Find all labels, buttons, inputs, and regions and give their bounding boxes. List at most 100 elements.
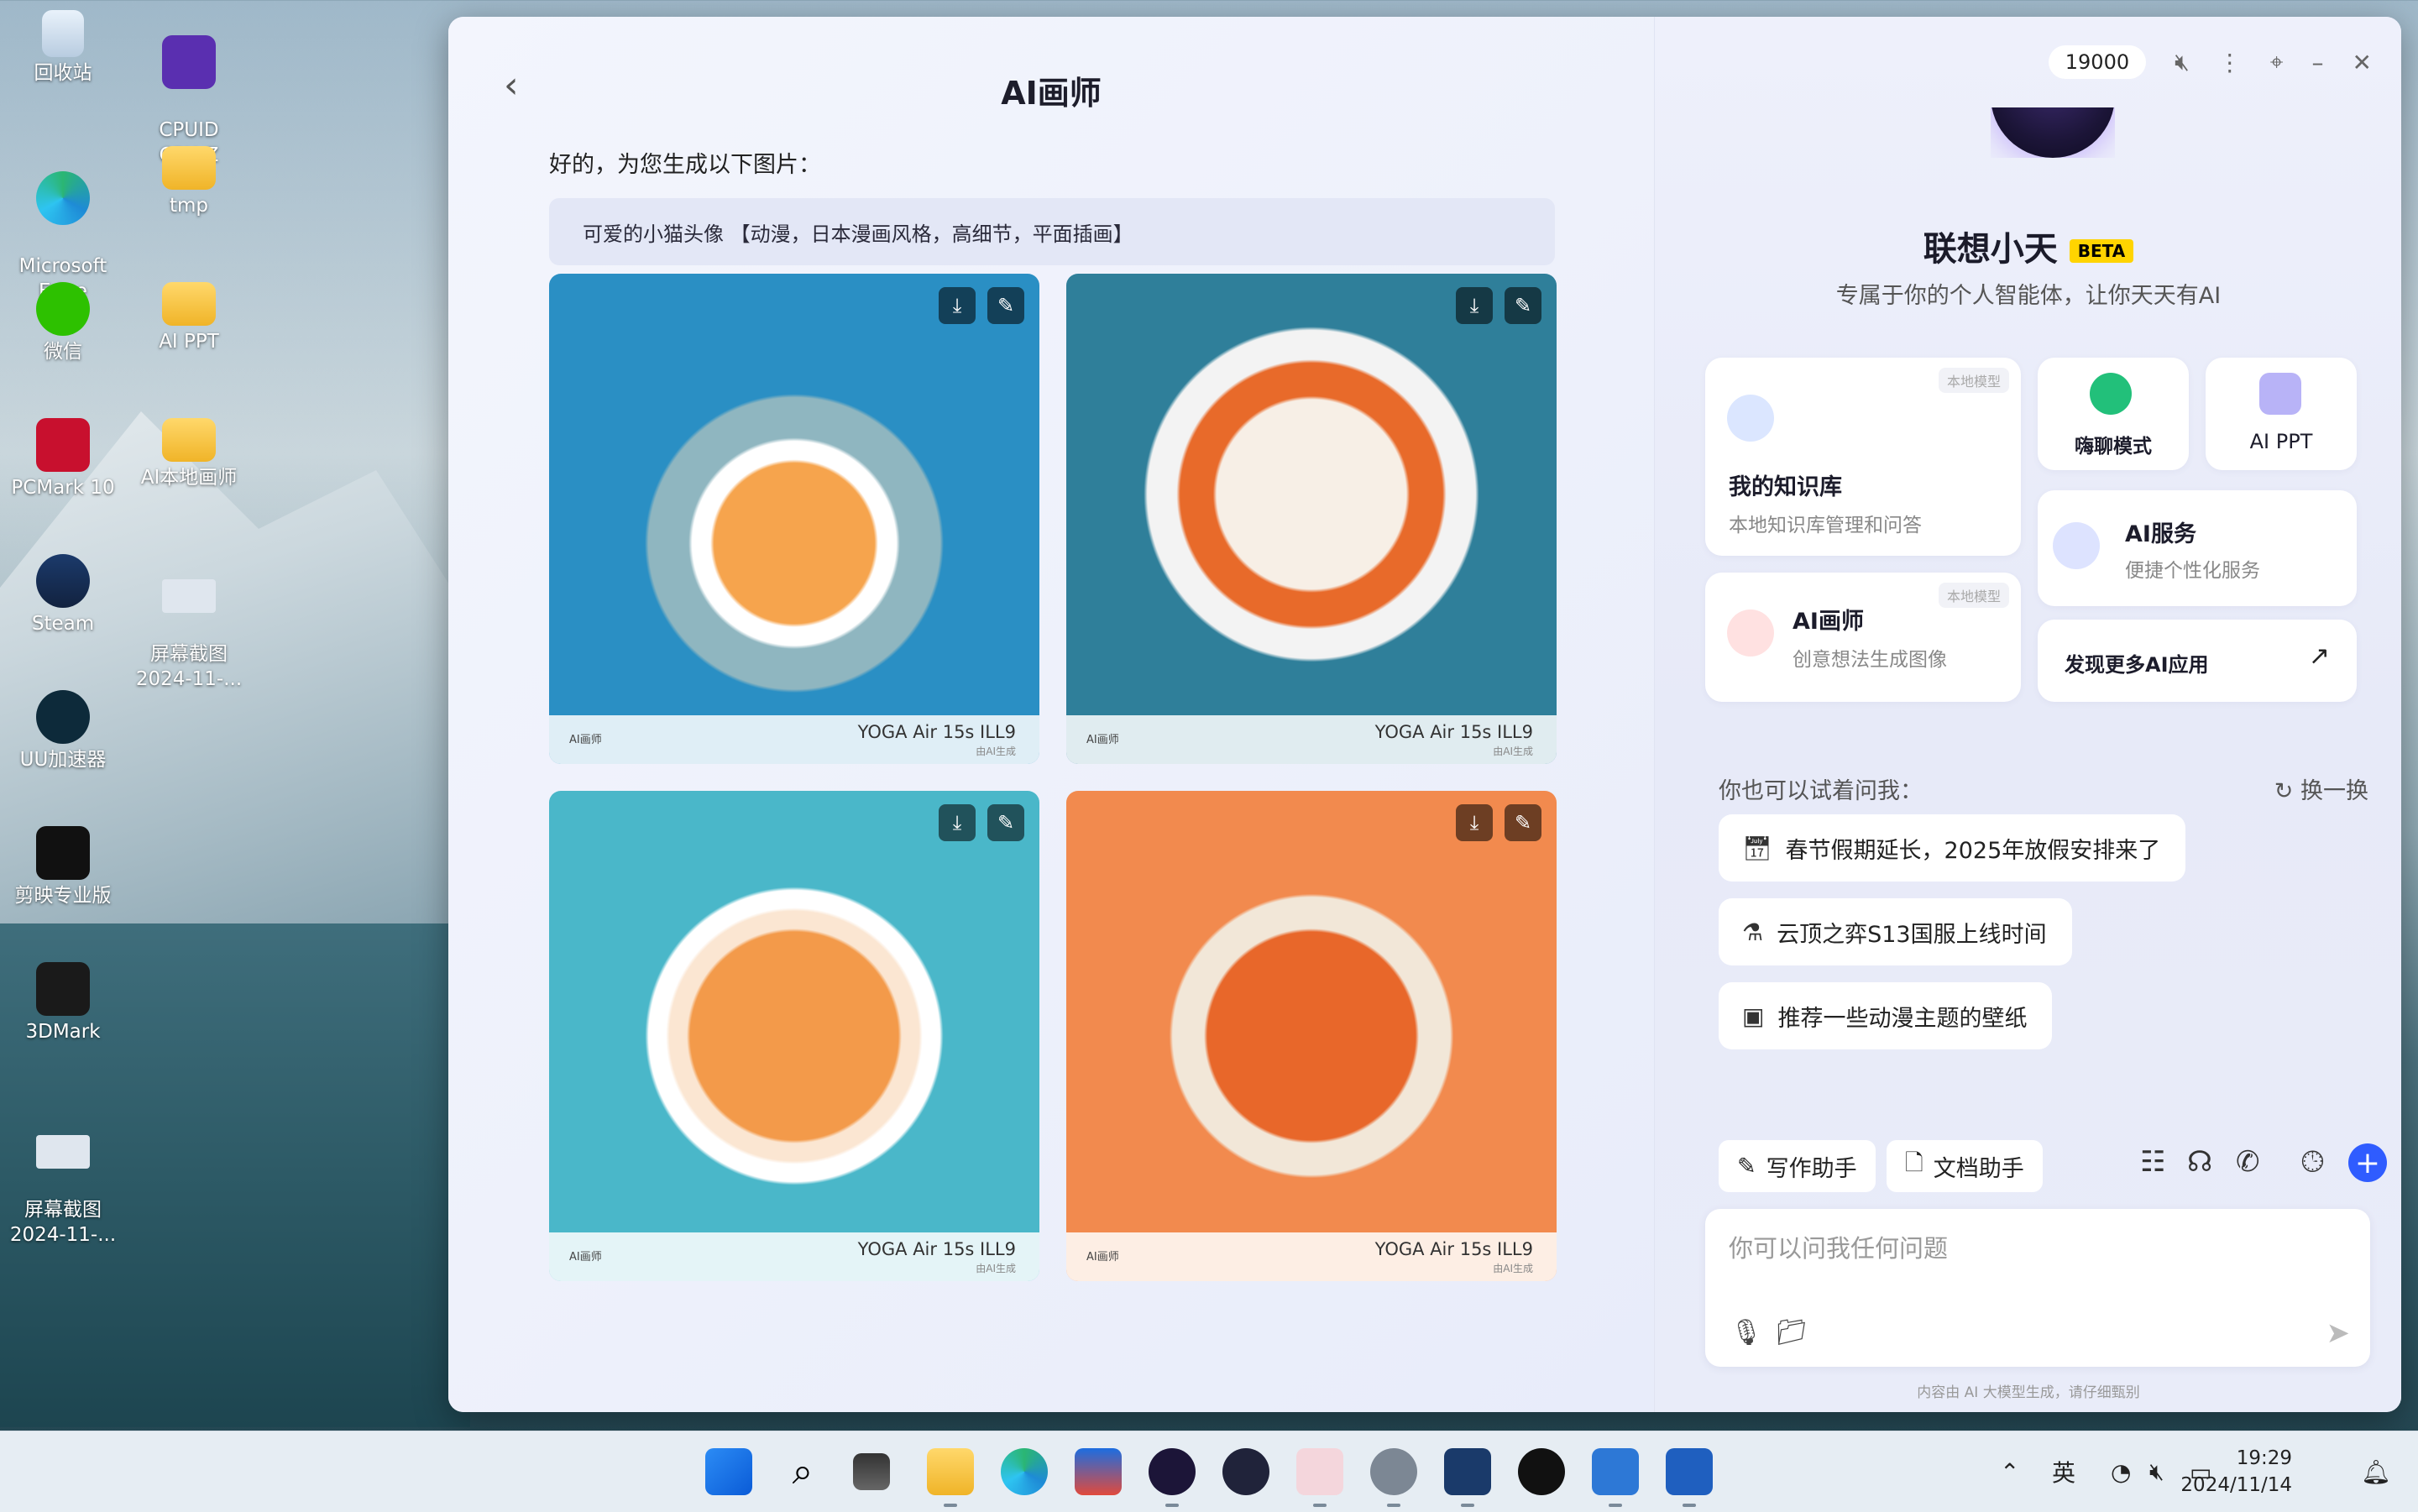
input-method-indicator[interactable]: 英	[2052, 1431, 2075, 1512]
desktop-icon-ai-ppt[interactable]: AI PPT	[126, 277, 252, 354]
start-icon[interactable]	[705, 1448, 752, 1495]
generated-image-2[interactable]: ⤓ ✎ AI画师 YOGA Air 15s ILL9 由AI生成	[1066, 274, 1557, 764]
photos-icon[interactable]	[1592, 1448, 1639, 1507]
card-desc: 便捷个性化服务	[2125, 560, 2260, 582]
wifi-icon[interactable]: ◔	[2111, 1431, 2131, 1512]
card-desc: 创意想法生成图像	[1793, 649, 1947, 671]
pcmark-icon	[36, 418, 90, 472]
tray-overflow-icon[interactable]: ⌃	[2000, 1431, 2019, 1512]
chat-input-box: 🎙︎ 📁︎ ➤	[1705, 1209, 2370, 1367]
search-icon[interactable]: ⌕	[779, 1448, 826, 1495]
app-icon[interactable]	[1222, 1448, 1269, 1495]
phone-icon[interactable]: ✆	[2236, 1145, 2260, 1179]
assistant-tagline: 专属于你的个人智能体，让你天天有AI	[1835, 283, 2222, 309]
microphone-icon[interactable]: 🎙︎	[1730, 1318, 1762, 1347]
volume-muted-icon[interactable]: 🔇︎	[2149, 1431, 2164, 1512]
file-explorer-icon[interactable]	[927, 1448, 974, 1507]
suggestion-text: 春节假期延长，2025年放假安排来了	[1785, 837, 2161, 864]
card-chat-mode[interactable]: 嗨聊模式	[2038, 358, 2189, 470]
download-icon[interactable]: ⤓	[1456, 287, 1493, 324]
3dmark-icon	[36, 962, 90, 1016]
writing-assistant-button[interactable]: ✎ 写作助手	[1719, 1140, 1876, 1192]
image-file-icon	[36, 1135, 90, 1169]
edit-icon[interactable]: ✎	[1505, 287, 1541, 324]
suggestion-item[interactable]: ▣ 推荐一些动漫主题的壁纸	[1719, 982, 2053, 1049]
edit-icon[interactable]: ✎	[1505, 804, 1541, 841]
desktop-icon-screenshot-1[interactable]: 屏幕截图 2024-11-...	[126, 549, 252, 717]
desktop-icon-label: 回收站	[34, 62, 92, 84]
watermark-logo: AI画师	[1086, 734, 1119, 746]
desktop-icon-screenshot-2[interactable]: 屏幕截图 2024-11-...	[0, 1105, 126, 1273]
desktop-icon-label: tmp	[169, 195, 209, 217]
download-icon[interactable]: ⤓	[939, 804, 976, 841]
suggestion-item[interactable]: 📅︎ 春节假期延长，2025年放假安排来了	[1719, 814, 2186, 882]
close-icon[interactable]: ✕	[2353, 49, 2372, 76]
generated-image-4[interactable]: ⤓ ✎ AI画师 YOGA Air 15s ILL9 由AI生成	[1066, 791, 1557, 1281]
generated-image-1[interactable]: ⤓ ✎ AI画师 YOGA Air 15s ILL9 由AI生成	[549, 274, 1039, 764]
lenovo-ai-taskbar-icon[interactable]	[1149, 1448, 1196, 1507]
snipping-tool-icon[interactable]	[1296, 1448, 1343, 1507]
edge-taskbar-icon[interactable]	[1001, 1448, 1048, 1495]
notification-bell-icon[interactable]: 🔔︎	[2361, 1431, 2391, 1512]
desktop-icon-uu[interactable]: UU加速器	[0, 685, 126, 772]
card-ai-painter[interactable]: 本地模型 AI画师 创意想法生成图像	[1705, 573, 2021, 702]
ai-disclaimer: 内容由 AI 大模型生成，请仔细甄别	[1917, 1384, 2140, 1401]
store-icon[interactable]	[1075, 1448, 1122, 1495]
history-icon[interactable]: 🕒︎	[2301, 1145, 2324, 1179]
assistant-name-text: 联想小天	[1923, 230, 2058, 269]
credits-badge[interactable]: 19000	[2048, 45, 2147, 79]
settings-icon[interactable]	[1370, 1448, 1417, 1507]
chat-pane: ‹ AI画师 好的，为您生成以下图片： 可爱的小猫头像 【动漫，日本漫画风格，高…	[448, 17, 1654, 1412]
desktop-icon-label: PCMark 10	[11, 477, 115, 499]
edit-icon[interactable]: ✎	[987, 287, 1024, 324]
image-watermark: AI画师 YOGA Air 15s ILL9 由AI生成	[549, 1232, 1039, 1281]
card-ai-service[interactable]: AI服务 便捷个性化服务	[2038, 490, 2357, 606]
desktop-icon-wechat[interactable]: 微信	[0, 277, 126, 364]
clock-time: 19:29	[2236, 1447, 2292, 1469]
desktop-icon-3dmark[interactable]: 3DMark	[0, 957, 126, 1044]
download-icon[interactable]: ⤓	[1456, 804, 1493, 841]
image-watermark: AI画师 YOGA Air 15s ILL9 由AI生成	[549, 715, 1039, 764]
desktop-icon-tmp[interactable]: tmp	[126, 141, 252, 218]
more-icon[interactable]: ⋮	[2218, 49, 2242, 76]
chat-input[interactable]	[1727, 1227, 2318, 1281]
suggestion-item[interactable]: ⚗ 云顶之弈S13国服上线时间	[1719, 898, 2072, 965]
refresh-suggestions-button[interactable]: ↻ 换一换	[2274, 772, 2368, 805]
word-icon[interactable]	[1666, 1448, 1713, 1507]
uu-accelerator-icon	[36, 690, 90, 744]
cinebench-icon[interactable]	[1518, 1448, 1565, 1495]
desktop-icon-pcmark[interactable]: PCMark 10	[0, 413, 126, 500]
document-assistant-button[interactable]: 🗋︎ 文档助手	[1887, 1140, 2043, 1192]
suggestions-label: 你也可以试着问我：	[1719, 778, 1923, 804]
card-title: AI PPT	[2249, 430, 2313, 453]
card-discover-more[interactable]: 发现更多AI应用 ↗	[2038, 620, 2357, 702]
minimize-icon[interactable]: –	[2312, 49, 2324, 76]
desktop-icon-steam[interactable]: Steam	[0, 549, 126, 636]
mute-icon[interactable]: 🔇︎	[2175, 48, 2190, 76]
desktop-icon-label: 剪映专业版	[14, 885, 112, 907]
desktop-icon-ai-painter[interactable]: AI本地画师	[126, 413, 252, 490]
folder-upload-icon[interactable]: 📁︎	[1776, 1318, 1808, 1347]
recycle-bin-icon	[42, 10, 84, 57]
desktop-icon-recycle-bin[interactable]: 回收站	[0, 5, 126, 86]
generated-image-3[interactable]: ⤓ ✎ AI画师 YOGA Air 15s ILL9 由AI生成	[549, 791, 1039, 1281]
folder-icon	[162, 418, 216, 462]
new-chat-button[interactable]: +	[2348, 1143, 2387, 1182]
watermark-logo: AI画师	[569, 734, 602, 746]
task-view-icon[interactable]	[853, 1453, 890, 1490]
local-model-badge: 本地模型	[1938, 368, 2009, 393]
voice-chat-icon[interactable]: ☊	[2187, 1145, 2212, 1179]
edit-icon[interactable]: ✎	[987, 804, 1024, 841]
pin-icon[interactable]: ⌖	[2270, 48, 2284, 76]
clock[interactable]: 19:29 2024/11/14	[2180, 1445, 2292, 1499]
edge-icon	[36, 171, 90, 225]
desktop-icon-capcut[interactable]: 剪映专业版	[0, 821, 126, 908]
download-icon[interactable]: ⤓	[939, 287, 976, 324]
apps-grid-icon[interactable]: ☷	[2140, 1145, 2165, 1179]
card-ai-ppt[interactable]: AI PPT	[2206, 358, 2357, 470]
monitor-app-icon[interactable]	[1444, 1448, 1491, 1507]
prompt-text: 可爱的小猫头像 【动漫，日本漫画风格，高细节，平面插画】	[583, 222, 1133, 246]
image-watermark: AI画师 YOGA Air 15s ILL9 由AI生成	[1066, 715, 1557, 764]
send-icon[interactable]: ➤	[2326, 1316, 2351, 1350]
card-knowledge-base[interactable]: 本地模型 我的知识库 本地知识库管理和问答	[1705, 358, 2021, 556]
